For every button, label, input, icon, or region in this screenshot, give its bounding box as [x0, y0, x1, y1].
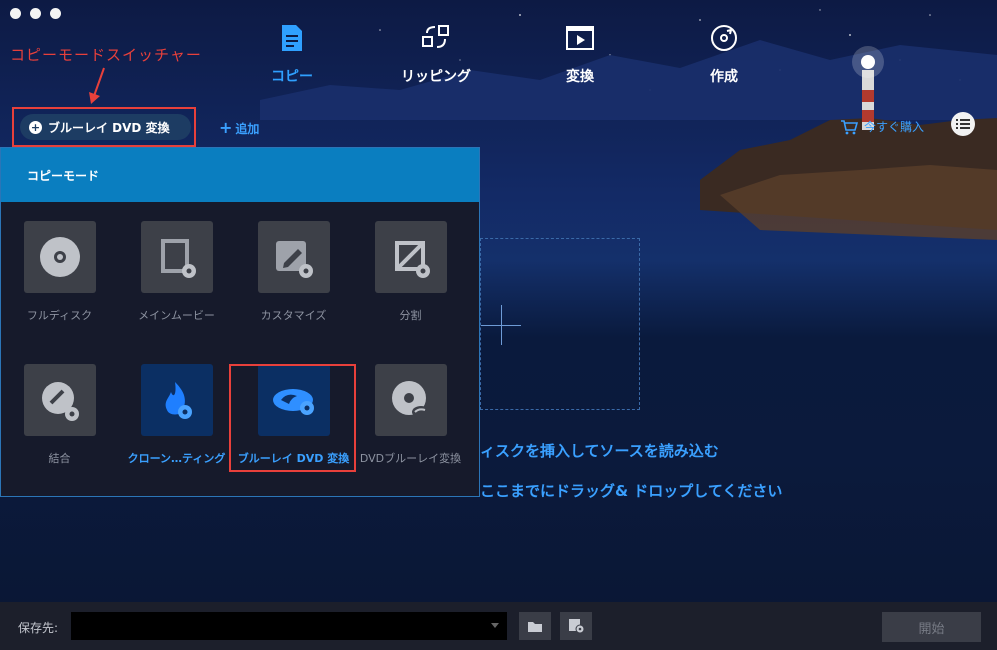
- minimize-window-button[interactable]: [30, 8, 41, 19]
- copy-document-icon: [282, 25, 302, 51]
- mode-tile-merge[interactable]: 結合: [1, 364, 118, 466]
- mode-tile-main-movie[interactable]: メインムービー: [118, 221, 235, 323]
- mode-tile-clone-burning[interactable]: クローン…ティング: [118, 364, 235, 466]
- disc-output-icon: [569, 619, 585, 634]
- drop-hint-line1: ィスクを挿入してソースを読み込む: [480, 442, 719, 460]
- disc-burn-icon: [711, 25, 737, 51]
- window-controls: [10, 8, 61, 19]
- nav-tab-create[interactable]: 作成: [664, 20, 784, 86]
- add-source-button[interactable]: + 追加: [219, 118, 259, 137]
- tile-label: DVDブルーレイ変換: [359, 452, 462, 465]
- close-window-button[interactable]: [10, 8, 21, 19]
- browse-folder-button[interactable]: [519, 612, 551, 640]
- tile-label: 分割: [399, 309, 422, 322]
- main-navigation: コピー リッピング 変換 作成: [0, 20, 997, 90]
- annotation-highlight-box: [12, 107, 196, 147]
- full-disc-icon: [39, 237, 80, 277]
- plus-icon: +: [219, 118, 233, 137]
- ripping-arrows-icon: [422, 25, 449, 48]
- save-to-disc-button[interactable]: [560, 612, 592, 640]
- nav-label: コピー: [271, 69, 313, 85]
- nav-label: 作成: [710, 69, 738, 85]
- tile-label: 結合: [48, 452, 71, 465]
- nav-tab-ripping[interactable]: リッピング: [376, 20, 496, 86]
- tile-label: フルディスク: [26, 309, 93, 322]
- nav-tab-convert[interactable]: 変換: [520, 20, 640, 86]
- folder-icon: [528, 621, 542, 632]
- customize-icon: [275, 241, 313, 278]
- tile-label: カスタマイズ: [260, 309, 327, 322]
- menu-button[interactable]: [951, 112, 975, 136]
- nav-tab-copy[interactable]: コピー: [232, 20, 352, 86]
- mode-tile-split[interactable]: 分割: [352, 221, 469, 323]
- drop-zone[interactable]: [480, 238, 640, 410]
- output-path-field[interactable]: [71, 612, 507, 640]
- start-button[interactable]: 開始: [882, 612, 981, 642]
- cart-icon: [841, 119, 858, 134]
- zoom-window-button[interactable]: [50, 8, 61, 19]
- save-to-label: 保存先:: [18, 621, 59, 635]
- mode-tile-customize[interactable]: カスタマイズ: [235, 221, 352, 323]
- buy-label: 今すぐ購入: [864, 120, 925, 134]
- list-menu-icon: [956, 119, 970, 129]
- bottom-bar: 保存先: 開始: [0, 602, 997, 650]
- video-play-icon: [566, 26, 594, 50]
- buy-now-button[interactable]: 今すぐ購入: [840, 118, 924, 135]
- dvd-bluray-icon: [391, 381, 430, 418]
- tile-label: メインムービー: [138, 309, 215, 322]
- add-label: 追加: [235, 122, 260, 136]
- nav-label: リッピング: [401, 69, 471, 85]
- annotation-highlight-box: [229, 364, 356, 472]
- dropdown-arrow-icon[interactable]: [491, 623, 499, 628]
- mode-tile-full-disc[interactable]: フルディスク: [1, 221, 118, 323]
- panel-title: コピーモード: [1, 148, 479, 202]
- clone-fire-icon: [165, 382, 192, 419]
- mode-tile-dvd-bluray[interactable]: DVDブルーレイ変換: [352, 364, 469, 466]
- merge-icon: [41, 382, 79, 421]
- tile-label: クローン…ティング: [127, 452, 226, 465]
- split-icon: [394, 241, 430, 278]
- nav-label: 変換: [566, 69, 594, 85]
- main-movie-icon: [160, 239, 196, 278]
- drop-hint-line2: ここまでにドラッグ& ドロップしてください: [480, 482, 783, 500]
